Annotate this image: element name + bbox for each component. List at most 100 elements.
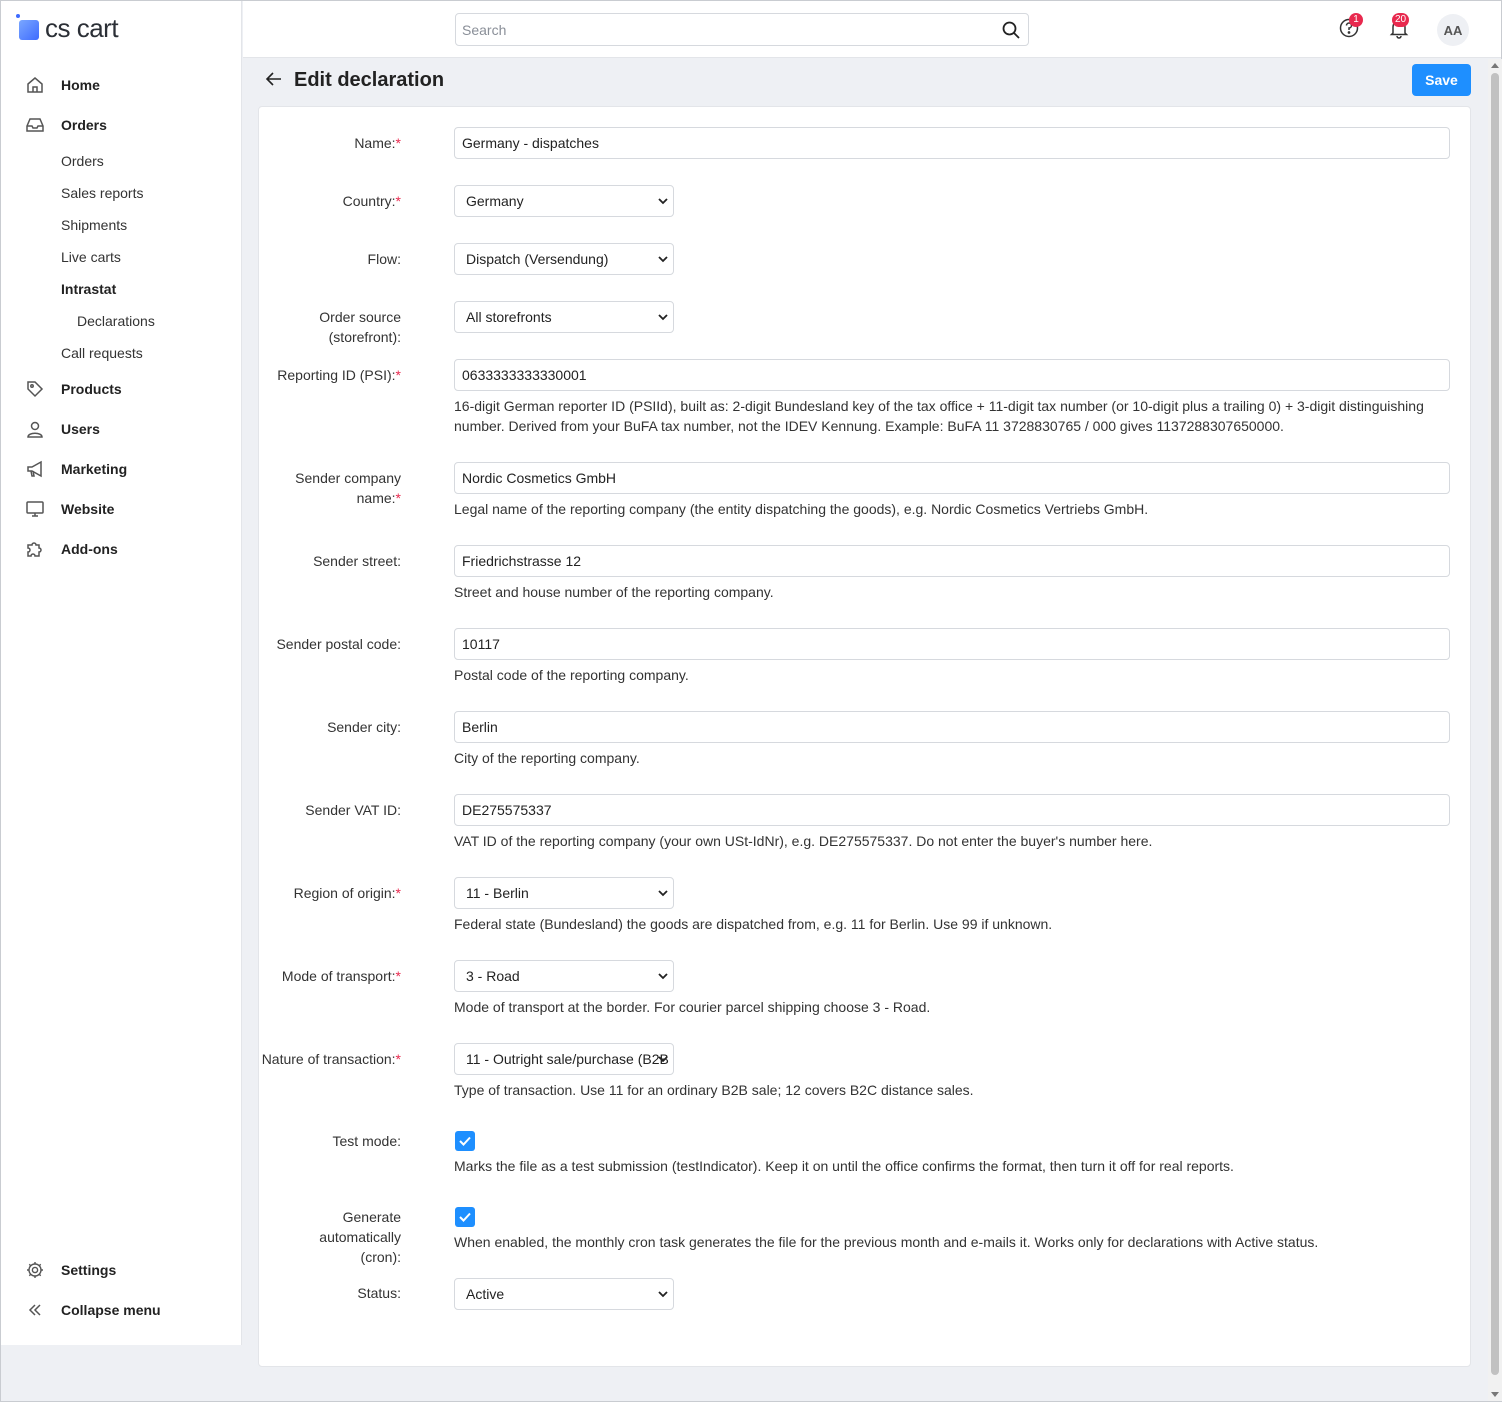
country-label: Country:* <box>342 193 401 209</box>
user-icon <box>25 419 45 439</box>
sender-vat-help: VAT ID of the reporting company (your ow… <box>454 833 1153 849</box>
chevron-down-icon <box>658 973 668 980</box>
scroll-thumb[interactable] <box>1491 73 1499 1375</box>
region-label: Region of origin:* <box>293 885 401 901</box>
sender-postal-label: Sender postal code: <box>276 636 401 652</box>
avatar[interactable]: AA <box>1437 14 1469 46</box>
back-button[interactable] <box>263 69 285 91</box>
flow-select[interactable]: Dispatch (Versendung) <box>454 243 674 275</box>
sidebar-item-label: Products <box>61 381 122 397</box>
region-help: Federal state (Bundesland) the goods are… <box>454 916 1053 932</box>
auto-generate-help: When enabled, the monthly cron task gene… <box>454 1234 1319 1250</box>
flow-value: Dispatch (Versendung) <box>466 251 609 267</box>
topbar: 1 20 AA <box>243 1 1501 58</box>
help-button[interactable]: 1 <box>1337 13 1363 41</box>
notifications-button[interactable]: 20 <box>1387 13 1411 41</box>
save-button[interactable]: Save <box>1412 64 1471 96</box>
sender-postal-input[interactable]: 10117 <box>454 628 1450 660</box>
chevron-down-icon <box>658 1056 668 1063</box>
home-icon <box>25 75 45 95</box>
sender-vat-input[interactable]: DE275575337 <box>454 794 1450 826</box>
gear-icon <box>25 1260 45 1280</box>
reporting-id-input[interactable]: 0633333333330001 <box>454 359 1450 391</box>
name-input[interactable]: Germany - dispatches <box>454 127 1450 159</box>
sidebar-item-settings[interactable]: Settings <box>1 1250 241 1290</box>
sender-city-help: City of the reporting company. <box>454 750 640 766</box>
status-value: Active <box>466 1286 505 1302</box>
name-label: Name:* <box>354 135 401 151</box>
sender-company-input[interactable]: Nordic Cosmetics GmbH <box>454 462 1450 494</box>
test-mode-checkbox[interactable] <box>455 1131 475 1151</box>
collapse-menu-button[interactable]: Collapse menu <box>1 1290 241 1330</box>
settings-label: Settings <box>61 1262 117 1278</box>
country-select[interactable]: Germany <box>454 185 674 217</box>
tag-icon <box>25 379 45 399</box>
auto-generate-label: Generate automatically (cron): <box>319 1209 401 1265</box>
checkmark-icon <box>459 1212 471 1222</box>
sender-vat-label: Sender VAT ID: <box>305 802 401 818</box>
chevron-down-icon <box>658 198 668 205</box>
flow-label: Flow: <box>367 251 401 267</box>
sidebar-bottom: Settings Collapse menu <box>1 1250 241 1330</box>
sender-street-input[interactable]: Friedrichstrasse 12 <box>454 545 1450 577</box>
logo[interactable]: cs cart <box>16 13 119 43</box>
transport-help: Mode of transport at the border. For cou… <box>454 999 931 1015</box>
sidebar-subitem-sales-reports[interactable]: Sales reports <box>1 177 241 209</box>
scroll-down-icon[interactable] <box>1491 1392 1499 1397</box>
sidebar-item-website[interactable]: Website <box>1 489 241 529</box>
region-select[interactable]: 11 - Berlin <box>454 877 674 909</box>
search-icon[interactable] <box>994 14 1028 45</box>
page-scrollbar[interactable] <box>1488 59 1502 1401</box>
sender-city-input[interactable]: Berlin <box>454 711 1450 743</box>
auto-generate-checkbox[interactable] <box>455 1207 475 1227</box>
puzzle-icon <box>25 539 45 559</box>
sidebar-item-label: Users <box>61 421 100 437</box>
sender-street-help: Street and house number of the reporting… <box>454 584 774 600</box>
reporting-id-label: Reporting ID (PSI):* <box>277 367 401 383</box>
declaration-form: Name:* Germany - dispatches Country:* Ge… <box>258 106 1471 1367</box>
collapse-menu-label: Collapse menu <box>61 1302 161 1318</box>
test-mode-label: Test mode: <box>332 1133 401 1149</box>
transaction-help: Type of transaction. Use 11 for an ordin… <box>454 1082 974 1098</box>
sidebar-item-orders[interactable]: Orders <box>1 105 241 145</box>
sidebar-subitem-intrastat[interactable]: Intrastat <box>1 273 241 305</box>
sidebar-item-label: Orders <box>61 117 107 133</box>
sidebar-item-home[interactable]: Home <box>1 65 241 105</box>
sidebar-subitem-orders[interactable]: Orders <box>1 145 241 177</box>
status-label: Status: <box>357 1285 401 1301</box>
sender-postal-help: Postal code of the reporting company. <box>454 667 689 683</box>
sidebar-item-label: Website <box>61 501 115 517</box>
chevron-down-icon <box>658 1291 668 1298</box>
scroll-up-icon[interactable] <box>1491 63 1499 68</box>
order-source-select[interactable]: All storefronts <box>454 301 674 333</box>
status-select[interactable]: Active <box>454 1278 674 1310</box>
sidebar-item-add-ons[interactable]: Add-ons <box>1 529 241 569</box>
sender-company-help: Legal name of the reporting company (the… <box>454 501 1149 517</box>
search-box <box>455 13 1029 46</box>
sidebar-subitem-live-carts[interactable]: Live carts <box>1 241 241 273</box>
test-mode-help: Marks the file as a test submission (tes… <box>454 1158 1234 1174</box>
chevron-down-icon <box>658 256 668 263</box>
sidebar-subitem-declarations[interactable]: Declarations <box>1 305 241 337</box>
country-value: Germany <box>466 193 524 209</box>
double-chevron-left-icon <box>25 1300 45 1320</box>
megaphone-icon <box>25 459 45 479</box>
sidebar-item-products[interactable]: Products <box>1 369 241 409</box>
sender-company-label: Sender company name:* <box>295 470 401 506</box>
sidebar-subitem-call-requests[interactable]: Call requests <box>1 337 241 369</box>
transport-label: Mode of transport:* <box>281 968 401 984</box>
logo-mark-icon <box>16 14 39 40</box>
sidebar-item-users[interactable]: Users <box>1 409 241 449</box>
sidebar-item-marketing[interactable]: Marketing <box>1 449 241 489</box>
sidebar-subitem-shipments[interactable]: Shipments <box>1 209 241 241</box>
search-input[interactable] <box>456 14 994 45</box>
reporting-id-help: 16-digit German reporter ID (PSIId), bui… <box>454 398 1424 434</box>
sidebar-item-label: Home <box>61 77 100 93</box>
sender-city-label: Sender city: <box>327 719 401 735</box>
checkmark-icon <box>459 1136 471 1146</box>
transaction-select[interactable]: 11 - Outright sale/purchase (B2B <box>454 1043 674 1075</box>
transport-select[interactable]: 3 - Road <box>454 960 674 992</box>
inbox-icon <box>25 115 45 135</box>
transaction-value: 11 - Outright sale/purchase (B2B <box>466 1051 669 1067</box>
order-source-value: All storefronts <box>466 309 552 325</box>
